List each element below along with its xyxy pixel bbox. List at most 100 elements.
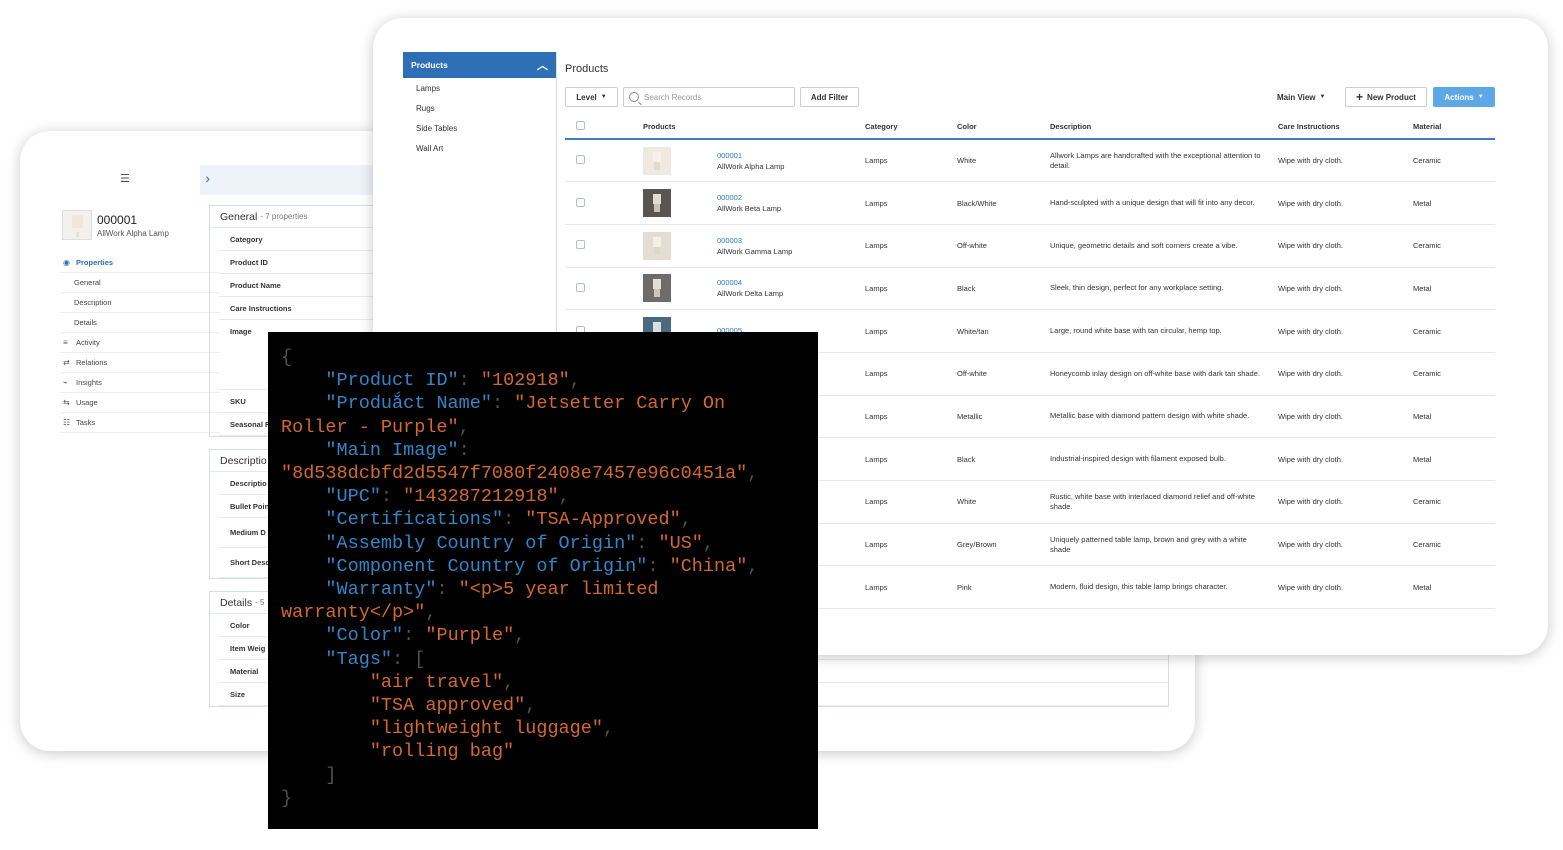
row-checkbox[interactable] xyxy=(576,197,585,207)
category-cell: Lamps xyxy=(865,224,957,268)
product-id-link[interactable]: 000002 xyxy=(717,193,781,202)
table-row[interactable]: 000001 AllWork Alpha Lamp Lamps White Allwor… xyxy=(565,139,1495,183)
product-thumbnail xyxy=(62,210,92,240)
nav-item-properties[interactable]: ◉ Properties xyxy=(60,253,220,273)
description-cell: Large, round white base with tan circula… xyxy=(1050,309,1278,353)
description-cell: Rustic, white base with interlaced diamo… xyxy=(1050,480,1278,524)
sidebar-item-rugs[interactable]: Rugs xyxy=(403,98,556,118)
product-name: AllWork Gamma Lamp xyxy=(717,246,793,256)
nav-item-general[interactable]: General xyxy=(60,273,220,293)
row-checkbox[interactable] xyxy=(576,155,585,165)
code-key: "Warranty" xyxy=(325,579,437,601)
row-checkbox[interactable] xyxy=(576,240,585,250)
material-cell: Metal xyxy=(1413,565,1495,610)
column-header-description[interactable]: Description xyxy=(1050,115,1278,140)
code-tag-value: "rolling bag" xyxy=(369,741,515,763)
row-select-cell xyxy=(565,139,643,183)
material-cell: Metal xyxy=(1413,437,1495,481)
insights-icon: ⌁ xyxy=(63,378,68,387)
care-instructions-cell: Wipe with dry cloth. xyxy=(1278,352,1413,396)
product-thumbnail xyxy=(643,189,671,218)
care-instructions-cell: Wipe with dry cloth. xyxy=(1278,565,1413,610)
code-value: "US" xyxy=(658,532,703,554)
product-id-link[interactable]: 000003 xyxy=(717,236,792,245)
color-cell: Off-white xyxy=(957,224,1050,268)
color-cell: White xyxy=(957,139,1050,183)
add-filter-button[interactable]: Add Filter xyxy=(800,87,859,107)
column-header-category[interactable]: Category xyxy=(865,115,957,140)
category-cell: Lamps xyxy=(865,565,957,610)
color-cell: White/tan xyxy=(957,309,1050,353)
detail-product-id: 000001 xyxy=(97,212,138,227)
product-cell: 000003 AllWork Gamma Lamp xyxy=(643,224,865,268)
product-id-link[interactable]: 000004 xyxy=(717,278,783,287)
column-header-color[interactable]: Color xyxy=(957,115,1050,140)
code-key: "Component Country of Origin" xyxy=(325,555,648,577)
product-id-link[interactable]: 000001 xyxy=(717,151,784,160)
select-all-checkbox[interactable] xyxy=(576,121,585,130)
code-value: "102918" xyxy=(480,370,570,392)
color-cell: Metallic xyxy=(957,395,1050,439)
row-select-cell xyxy=(565,181,643,225)
column-header-care-instructions[interactable]: Care Instructions xyxy=(1278,115,1413,140)
nav-item-activity[interactable]: ≡ Activity xyxy=(60,333,220,353)
product-cell: 000002 AllWork Beta Lamp xyxy=(643,181,865,225)
search-placeholder: Search Records xyxy=(644,92,702,102)
search-icon xyxy=(629,92,639,102)
chevron-up-icon[interactable]: ︿ xyxy=(537,57,548,73)
column-header-material[interactable]: Material xyxy=(1413,115,1495,140)
sidebar-header-products[interactable]: Products ︿ xyxy=(403,52,556,78)
nav-item-relations[interactable]: ⇄ Relations xyxy=(60,353,220,373)
category-cell: Lamps xyxy=(865,437,957,481)
material-cell: Metal xyxy=(1413,395,1495,439)
table-row[interactable]: 000003 AllWork Gamma Lamp Lamps Off-white Un… xyxy=(565,224,1495,268)
relations-icon: ⇄ xyxy=(63,358,70,367)
page-title: Products xyxy=(565,63,609,75)
table-row[interactable]: 000004 AllWork Delta Lamp Lamps Black Sleek,… xyxy=(565,267,1495,311)
product-thumbnail xyxy=(643,231,671,260)
code-close-brace: } xyxy=(281,787,293,809)
code-open-brace: { xyxy=(281,347,293,368)
nav-item-tasks[interactable]: ☷ Tasks xyxy=(60,413,220,433)
category-cell: Lamps xyxy=(865,395,957,439)
sidebar-item-side-tables[interactable]: Side Tables xyxy=(403,118,556,138)
nav-item-insights[interactable]: ⌁ Insights xyxy=(60,373,220,393)
nav-item-description[interactable]: Description xyxy=(60,293,220,313)
color-cell: Off-white xyxy=(957,352,1050,396)
nav-item-usage[interactable]: ⇆ Usage xyxy=(60,393,220,413)
material-cell: Metal xyxy=(1413,181,1495,225)
code-value: "TSA-Approved" xyxy=(525,509,681,531)
search-input[interactable]: Search Records xyxy=(623,87,795,107)
sidebar-item-wall-art[interactable]: Wall Art xyxy=(403,138,556,158)
code-value: "143287212918" xyxy=(403,486,559,508)
caret-down-icon: ▼ xyxy=(1477,94,1484,100)
care-instructions-cell: Wipe with dry cloth. xyxy=(1278,267,1413,311)
description-cell: Hand-sculpted with a unique design that … xyxy=(1050,181,1278,225)
level-dropdown[interactable]: Level ▼ xyxy=(565,87,618,107)
category-cell: Lamps xyxy=(865,523,957,567)
actions-button[interactable]: Actions ▼ xyxy=(1433,87,1495,107)
activity-icon: ≡ xyxy=(63,338,68,347)
sidebar-item-lamps[interactable]: Lamps xyxy=(403,78,556,98)
detail-sidebar: ☰ › 000001 AllWork Alpha Lamp ◉ Properti… xyxy=(60,165,220,725)
code-value: "8d538dcbfd2d5547f7080f2408e7457e96c0451… xyxy=(281,463,748,485)
care-instructions-cell: Wipe with dry cloth. xyxy=(1278,395,1413,439)
plus-icon: + xyxy=(1356,90,1364,104)
new-product-button[interactable]: + New Product xyxy=(1345,87,1427,107)
material-cell: Ceramic xyxy=(1413,224,1495,268)
chevron-right-icon[interactable]: › xyxy=(205,170,210,186)
category-cell: Lamps xyxy=(865,309,957,353)
column-header-products[interactable]: Products xyxy=(643,115,865,140)
table-row[interactable]: 000002 AllWork Beta Lamp Lamps Black/White H… xyxy=(565,181,1495,225)
main-view-dropdown[interactable]: Main View ▼ xyxy=(1277,87,1325,107)
nav-item-details[interactable]: Details xyxy=(60,313,220,333)
code-tag-value: "TSA approved" xyxy=(369,695,526,717)
care-instructions-cell: Wipe with dry cloth. xyxy=(1278,309,1413,353)
care-instructions-cell: Wipe with dry cloth. xyxy=(1278,523,1413,567)
row-checkbox[interactable] xyxy=(576,282,585,292)
material-cell: Ceramic xyxy=(1413,352,1495,396)
category-cell: Lamps xyxy=(865,139,957,183)
material-cell: Ceramic xyxy=(1413,480,1495,524)
list-icon[interactable]: ☰ xyxy=(120,172,130,185)
table-header-row: Products Category Color Description Care… xyxy=(565,115,1495,140)
